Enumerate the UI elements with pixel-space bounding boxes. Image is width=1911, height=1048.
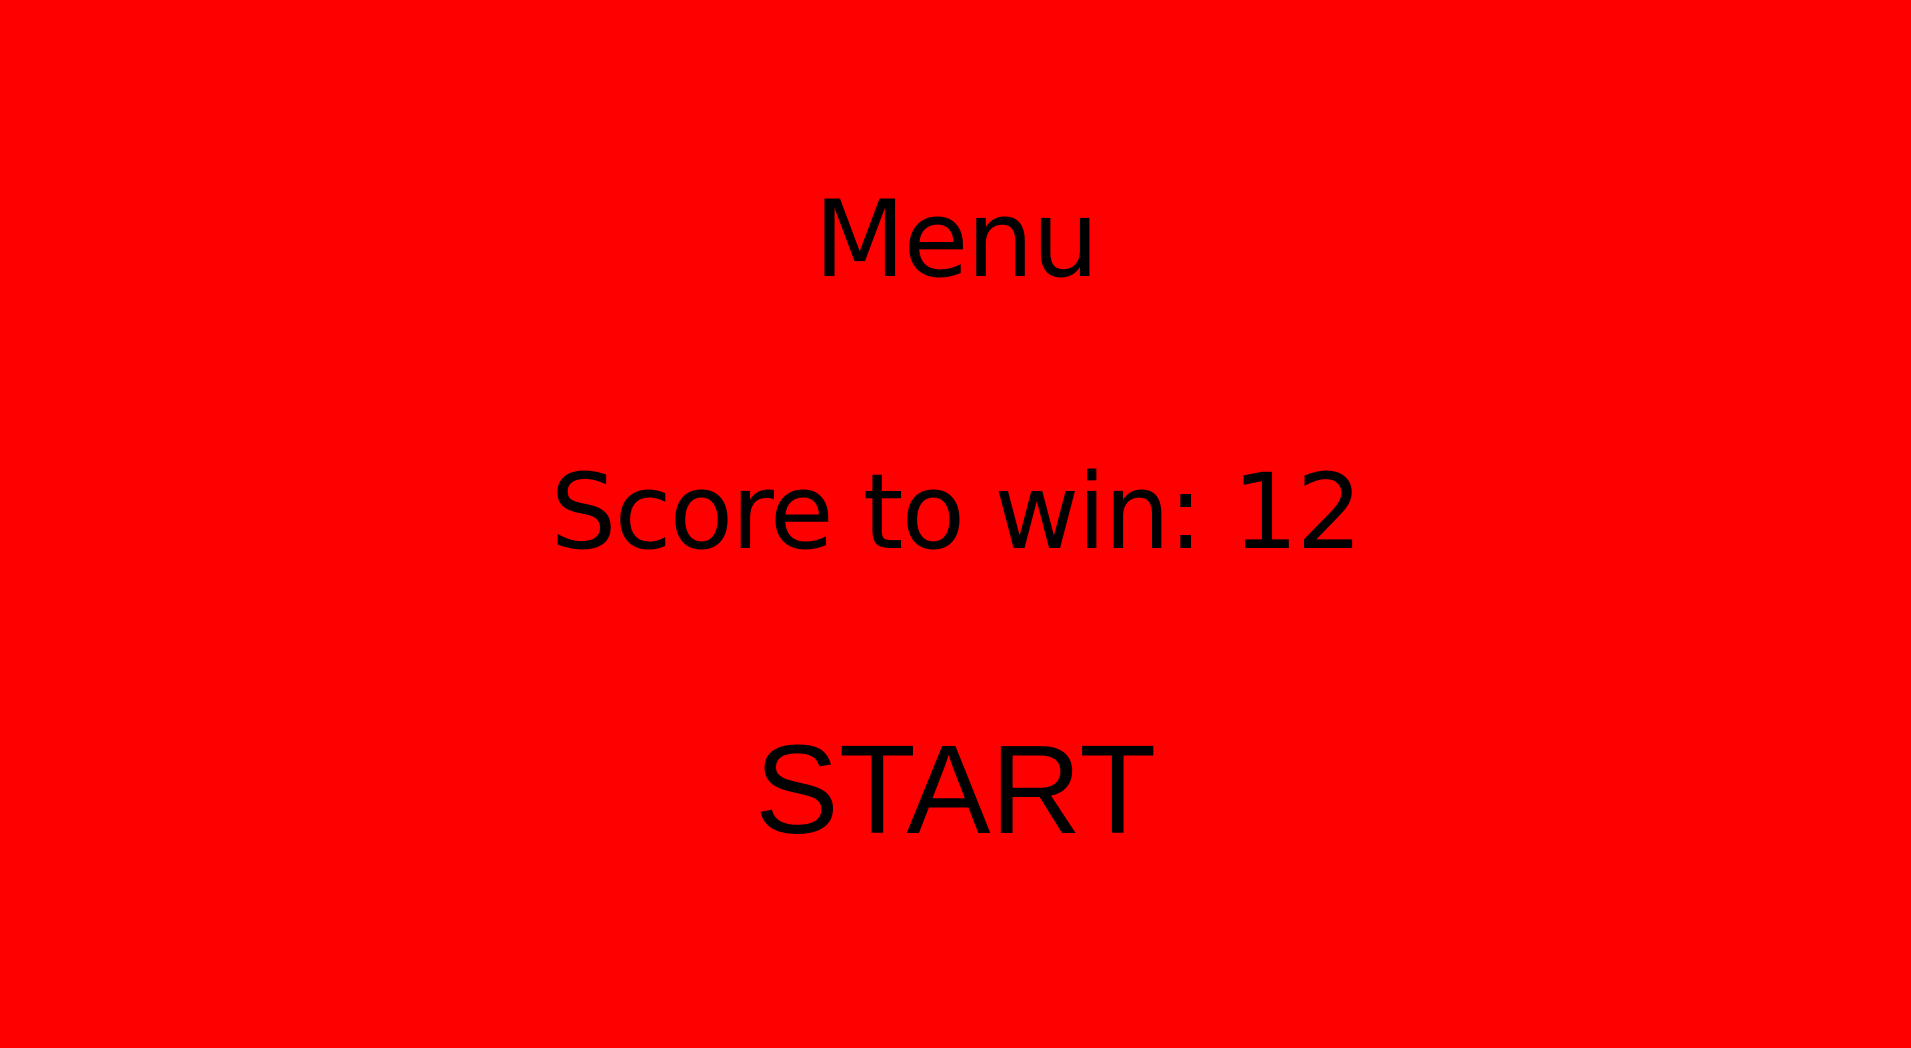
menu-title: Menu bbox=[813, 178, 1099, 301]
menu-screen: Menu Score to win: 12 START bbox=[0, 0, 1911, 1048]
score-to-win-text: Score to win: 12 bbox=[550, 451, 1362, 573]
start-button[interactable]: START bbox=[720, 715, 1191, 865]
